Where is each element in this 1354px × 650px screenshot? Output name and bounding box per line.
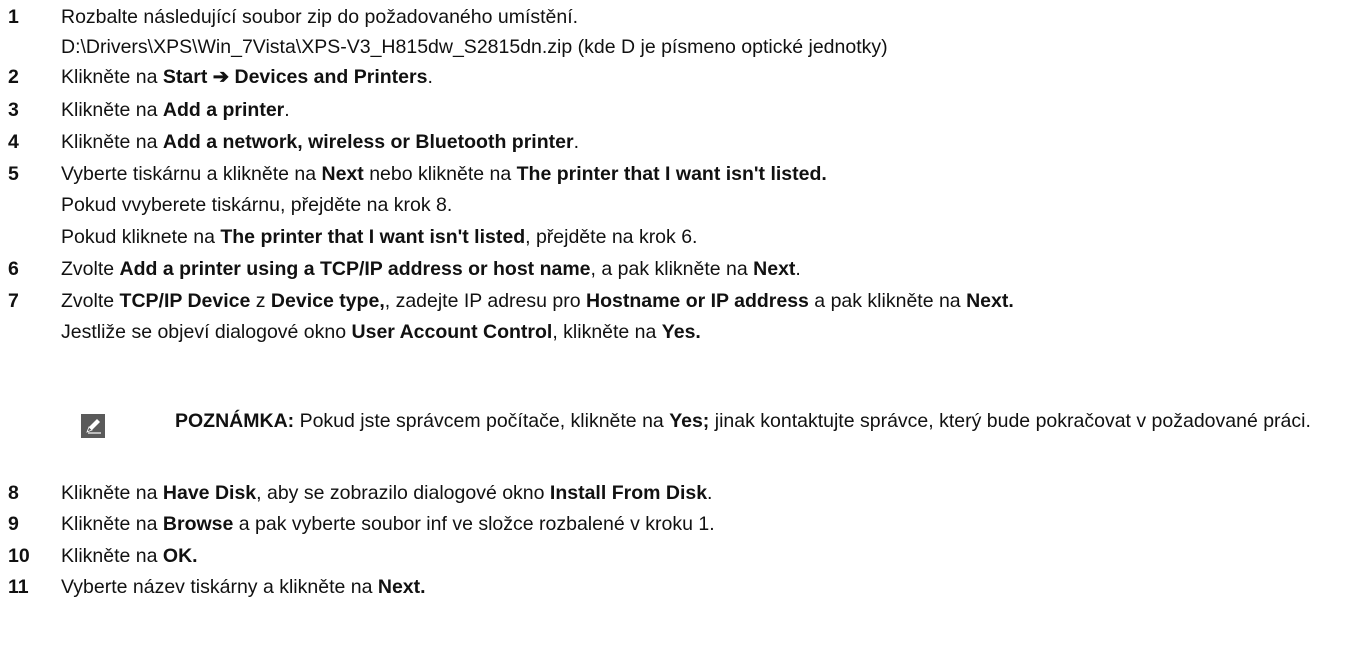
step-number: 9 — [8, 513, 19, 535]
text-run: Klikněte na — [61, 545, 163, 567]
text-run: Vyberte název tiskárny a klikněte na — [61, 576, 378, 598]
bold-text: Next — [753, 258, 796, 280]
bold-text: Have Disk — [162, 482, 257, 504]
bold-text: Hostname or IP address — [586, 290, 809, 312]
bold-text: TCP/IP Device — [119, 290, 251, 312]
text-run: , a pak klikněte na — [590, 258, 754, 280]
pencil-note-icon — [81, 414, 105, 438]
bold-text: Next — [321, 163, 364, 185]
text-run: Klikněte na — [61, 66, 163, 88]
text-run: Klikněte na — [61, 131, 163, 153]
text-run: Klikněte na — [61, 99, 163, 121]
bold-text: Add a network, wireless or Bluetooth pri… — [162, 131, 574, 153]
bold-text: Yes; — [669, 410, 710, 432]
note-text: POZNÁMKA: Pokud jste správcem počítače, … — [175, 408, 1350, 435]
text-run: Pokud vvyberete tiskárnu, přejděte na kr… — [61, 194, 453, 216]
step-number: 2 — [8, 66, 19, 88]
bold-text: Install From Disk — [549, 482, 708, 504]
text-run: . — [795, 258, 801, 280]
step-number: 7 — [8, 290, 19, 312]
bold-text: User Account Control — [351, 321, 553, 343]
step-text: Klikněte na OK. — [61, 542, 198, 570]
text-run: Pokud jste správcem počítače, klikněte n… — [294, 410, 670, 432]
step-text: Zvolte Add a printer using a TCP/IP addr… — [61, 255, 801, 283]
step-text: Klikněte na Browse a pak vyberte soubor … — [61, 510, 715, 538]
text-run: . — [284, 99, 290, 121]
step-text: Jestliže se objeví dialogové okno User A… — [61, 318, 701, 346]
step-number: 8 — [8, 482, 19, 504]
step-text: Klikněte na Start ➔ Devices and Printers… — [61, 63, 433, 91]
text-run: a pak vyberte soubor inf ve složce rozba… — [233, 513, 715, 535]
text-run: z — [250, 290, 271, 312]
instruction-document: 1 Rozbalte následující soubor zip do poža… — [0, 0, 1354, 650]
note-label: POZNÁMKA: — [175, 410, 295, 432]
bold-text: Add a printer using a TCP/IP address or … — [119, 258, 591, 280]
bold-text: Start ➔ Devices and Printers — [162, 66, 428, 88]
text-run: Klikněte na — [61, 513, 163, 535]
step-text: Klikněte na Add a printer. — [61, 96, 290, 124]
text-run: Zvolte — [61, 290, 120, 312]
text-run: , aby se zobrazilo dialogové okno — [256, 482, 550, 504]
bold-text: Device type, — [270, 290, 385, 312]
step-number: 4 — [8, 131, 19, 153]
text-run: a pak klikněte na — [808, 290, 967, 312]
note-body: Pokud jste správcem počítače, klikněte n… — [294, 410, 1311, 432]
step-number: 3 — [8, 99, 19, 121]
step-text: Zvolte TCP/IP Device z Device type,, zad… — [61, 287, 1014, 315]
text-run: nebo klikněte na — [363, 163, 517, 185]
bold-text: Yes. — [661, 321, 701, 343]
bold-text: OK. — [162, 545, 198, 567]
text-run: , zadejte IP adresu pro — [384, 290, 586, 312]
text-run: Vyberte tiskárnu a klikněte na — [61, 163, 322, 185]
text-run: . — [427, 66, 433, 88]
text-run: Klikněte na — [61, 482, 163, 504]
step-text: Rozbalte následující soubor zip do požad… — [61, 3, 578, 31]
step-text: Klikněte na Have Disk, aby se zobrazilo … — [61, 479, 712, 507]
step-number: 5 — [8, 163, 19, 185]
text-run: Pokud kliknete na — [61, 226, 221, 248]
step-number: 10 — [8, 545, 30, 567]
text-run: Rozbalte následující soubor zip do požad… — [61, 6, 579, 28]
note-box: POZNÁMKA: Pokud jste správcem počítače, … — [61, 408, 1351, 466]
bold-text: Next. — [377, 576, 426, 598]
step-text: Klikněte na Add a network, wireless or B… — [61, 128, 579, 156]
bold-text: Add a printer — [162, 99, 285, 121]
step-text: Vyberte tiskárnu a klikněte na Next nebo… — [61, 160, 827, 188]
text-run: Jestliže se objeví dialogové okno — [61, 321, 352, 343]
text-run: . — [573, 131, 579, 153]
step-number: 6 — [8, 258, 19, 280]
bold-text: The printer that I want isn't listed — [220, 226, 526, 248]
step-number: 1 — [8, 6, 19, 28]
step-text: D:\Drivers\XPS\Win_7Vista\XPS-V3_H815dw_… — [61, 33, 888, 61]
bold-text: Browse — [162, 513, 234, 535]
text-run: D:\Drivers\XPS\Win_7Vista\XPS-V3_H815dw_… — [61, 36, 888, 58]
text-run: , klikněte na — [552, 321, 662, 343]
step-text: Pokud vvyberete tiskárnu, přejděte na kr… — [61, 191, 452, 219]
text-run: Zvolte — [61, 258, 120, 280]
text-run: jinak kontaktujte správce, který bude po… — [709, 410, 1311, 432]
step-number: 11 — [8, 576, 29, 598]
text-run: , přejděte na krok 6. — [525, 226, 698, 248]
step-text: Pokud kliknete na The printer that I wan… — [61, 223, 697, 251]
text-run: . — [707, 482, 713, 504]
step-text: Vyberte název tiskárny a klikněte na Nex… — [61, 573, 426, 601]
bold-text: The printer that I want isn't listed. — [516, 163, 827, 185]
bold-text: Next. — [966, 290, 1014, 312]
